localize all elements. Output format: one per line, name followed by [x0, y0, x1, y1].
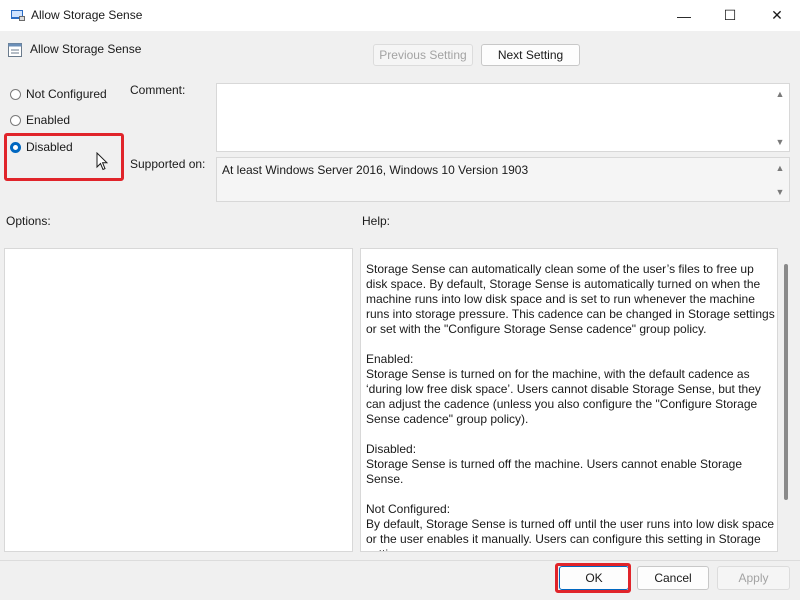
footer-separator [0, 560, 800, 561]
supported-on-value: At least Windows Server 2016, Windows 10… [222, 163, 529, 177]
ok-highlight-box [555, 563, 631, 593]
radio-enabled-circle[interactable] [10, 114, 21, 126]
previous-setting-button[interactable]: Previous Setting [373, 44, 473, 66]
supported-on-field: At least Windows Server 2016, Windows 10… [216, 157, 790, 202]
next-setting-button[interactable]: Next Setting [481, 44, 580, 66]
comment-scroll-down-icon[interactable]: ▼ [773, 135, 787, 149]
apply-button[interactable]: Apply [717, 566, 790, 590]
radio-not-configured[interactable]: Not Configured [10, 87, 107, 101]
help-label: Help: [362, 214, 391, 228]
policy-setting-icon [7, 42, 23, 58]
supported-on-label: Supported on: [130, 157, 206, 171]
window-title: Allow Storage Sense [31, 8, 143, 22]
policy-editor-app-icon [10, 7, 26, 23]
minimize-icon: — [677, 7, 691, 24]
maximize-button[interactable]: ☐ [707, 0, 753, 31]
supported-scroll-down-icon[interactable]: ▼ [773, 185, 787, 199]
options-label: Options: [6, 214, 51, 228]
minimize-button[interactable]: — [661, 0, 707, 31]
policy-name: Allow Storage Sense [30, 42, 142, 56]
comment-scroll-up-icon[interactable]: ▲ [773, 87, 787, 101]
help-text: Storage Sense can automatically clean so… [366, 262, 775, 551]
help-scrollbar-thumb[interactable] [784, 264, 788, 500]
radio-enabled-label: Enabled [26, 113, 71, 127]
close-icon: ✕ [771, 7, 783, 23]
comment-label: Comment: [130, 83, 186, 97]
maximize-icon: ☐ [723, 7, 737, 23]
comment-textarea[interactable] [216, 83, 790, 152]
close-button[interactable]: ✕ [754, 0, 800, 31]
radio-not-configured-label: Not Configured [26, 87, 107, 101]
supported-scroll-up-icon[interactable]: ▲ [773, 161, 787, 175]
cancel-button[interactable]: Cancel [637, 566, 709, 590]
options-pane [4, 248, 353, 552]
mouse-cursor-icon [96, 151, 109, 174]
radio-not-configured-circle[interactable] [10, 88, 21, 100]
radio-enabled[interactable]: Enabled [10, 113, 70, 127]
